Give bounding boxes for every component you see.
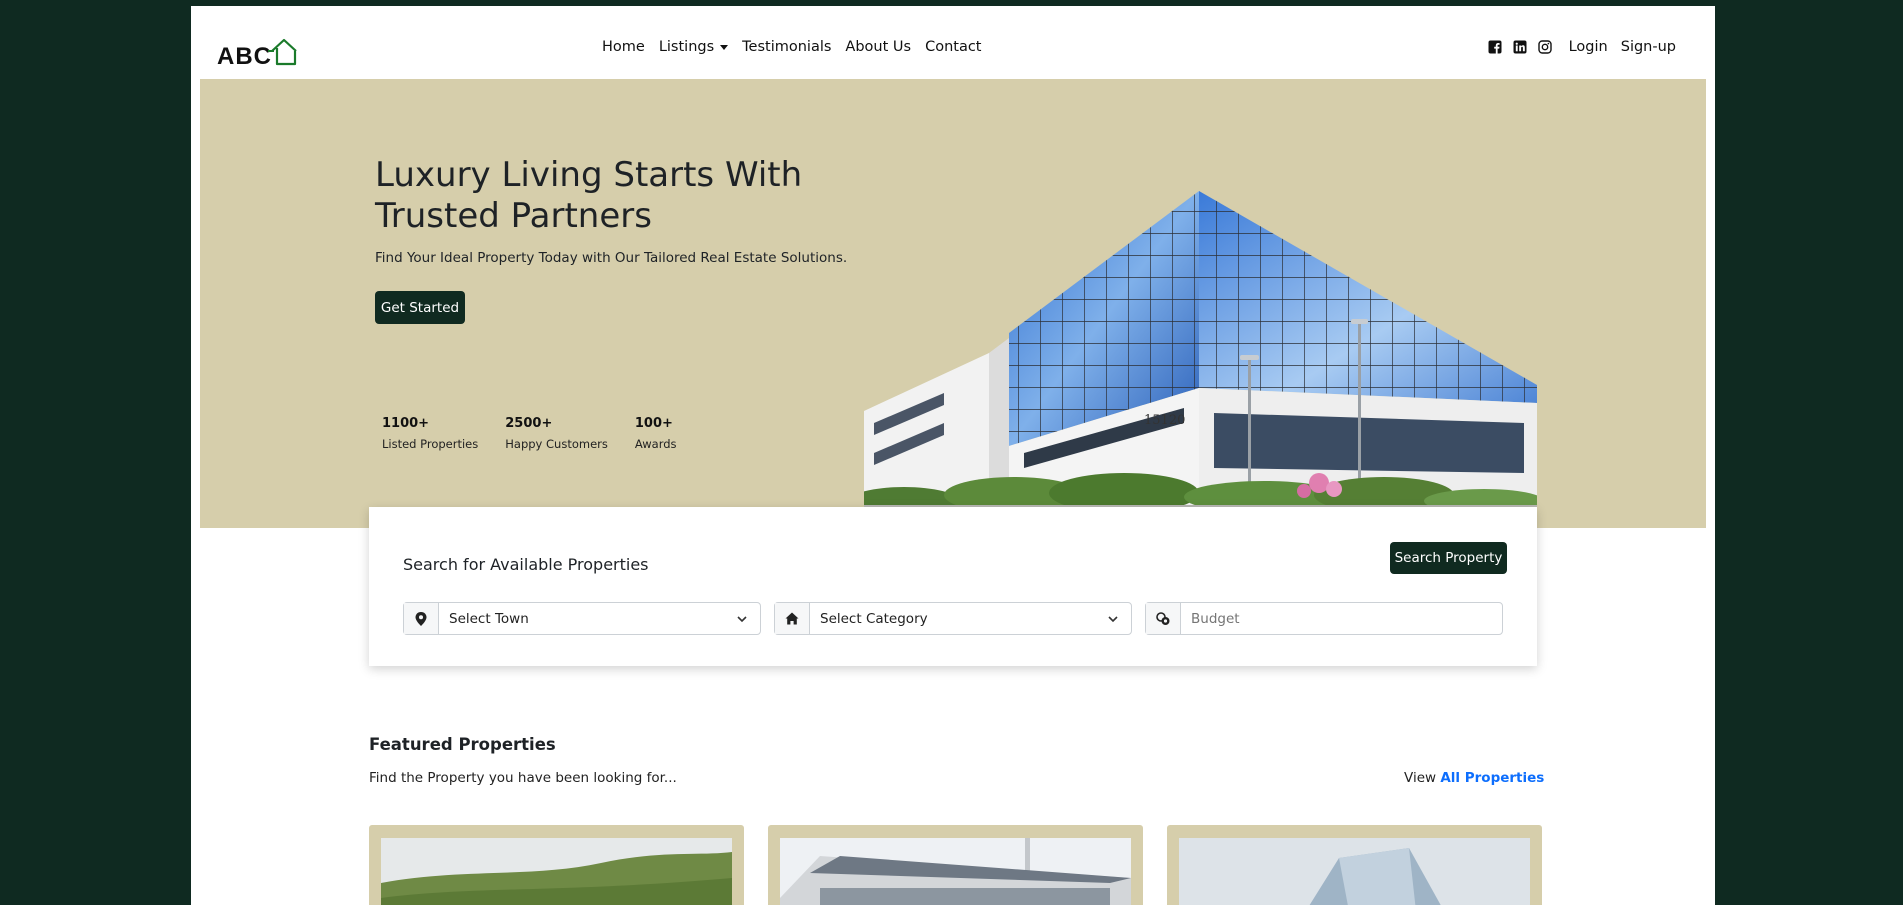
stat-value: 100+ [634,416,673,431]
stat-item: 1100+ Listed Properties [382,416,478,451]
category-select-value: Select Category [820,610,928,627]
category-select[interactable]: Select Category [774,602,1132,635]
page: ABC Home Listings Testimonials About Us … [191,6,1715,905]
town-select-value: Select Town [449,610,529,627]
hero-subtitle: Find Your Ideal Property Today with Our … [375,250,848,266]
nav-contact[interactable]: Contact [925,39,981,55]
view-prefix: View [1404,770,1437,786]
all-properties-link[interactable]: All Properties [1440,770,1544,786]
featured-subtitle: Find the Property you have been looking … [369,770,677,786]
view-all-properties: View All Properties [1404,770,1544,786]
stat-label: Awards [634,437,677,451]
hero-title: Luxury Living Starts With Trusted Partne… [375,155,803,236]
chevron-down-icon [1108,615,1118,622]
featured-title: Featured Properties [369,735,556,754]
stat-label: Listed Properties [382,437,479,451]
login-link[interactable]: Login [1569,39,1608,55]
stat-value: 1100+ [382,416,430,431]
town-addon [404,603,439,634]
nav-about-us[interactable]: About Us [845,39,911,55]
chevron-down-icon [737,615,747,622]
logo[interactable]: ABC [217,33,300,69]
nav-right: Login Sign-up [1488,39,1676,55]
budget-addon [1146,603,1181,634]
coins-icon [1155,611,1169,625]
logo-text: ABC [217,43,272,70]
budget-field[interactable] [1145,602,1503,635]
caret-down-icon [720,44,729,50]
hero-building-image: 15120 [864,191,1537,512]
stat-value: 2500+ [505,416,553,431]
house-logo-icon [268,38,297,66]
signup-link[interactable]: Sign-up [1621,39,1676,55]
nav-listings-label: Listings [658,39,715,55]
property-card[interactable] [369,825,744,905]
facebook-icon[interactable] [1488,40,1502,54]
stat-item: 100+ Awards [635,416,677,451]
instagram-icon[interactable] [1537,40,1552,54]
property-image [780,838,1131,905]
building-number: 15120 [1144,413,1185,428]
category-addon [775,603,810,634]
property-image [381,838,732,905]
hero-section: Luxury Living Starts With Trusted Partne… [200,79,1706,528]
stat-item: 2500+ Happy Customers [505,416,608,451]
hero-stats: 1100+ Listed Properties 2500+ Happy Cust… [382,416,677,451]
navbar: ABC Home Listings Testimonials About Us … [191,6,1715,79]
nav-listings-dropdown[interactable]: Listings [658,39,729,55]
property-image [1179,838,1530,905]
property-card[interactable] [1167,825,1542,905]
nav-home[interactable]: Home [602,39,645,55]
search-property-button[interactable]: Search Property [1390,542,1507,574]
town-select[interactable]: Select Town [403,602,761,635]
property-card[interactable] [768,825,1143,905]
property-search-card: Search for Available Properties Search P… [369,507,1537,666]
nav-testimonials[interactable]: Testimonials [742,39,831,55]
linkedin-icon[interactable] [1513,40,1527,54]
budget-input[interactable] [1181,610,1502,627]
location-pin-icon [415,611,427,626]
search-title: Search for Available Properties [403,555,649,574]
main-nav: Home Listings Testimonials About Us Cont… [602,39,982,55]
house-icon [785,612,799,625]
stat-label: Happy Customers [505,437,608,451]
get-started-button[interactable]: Get Started [375,291,465,324]
